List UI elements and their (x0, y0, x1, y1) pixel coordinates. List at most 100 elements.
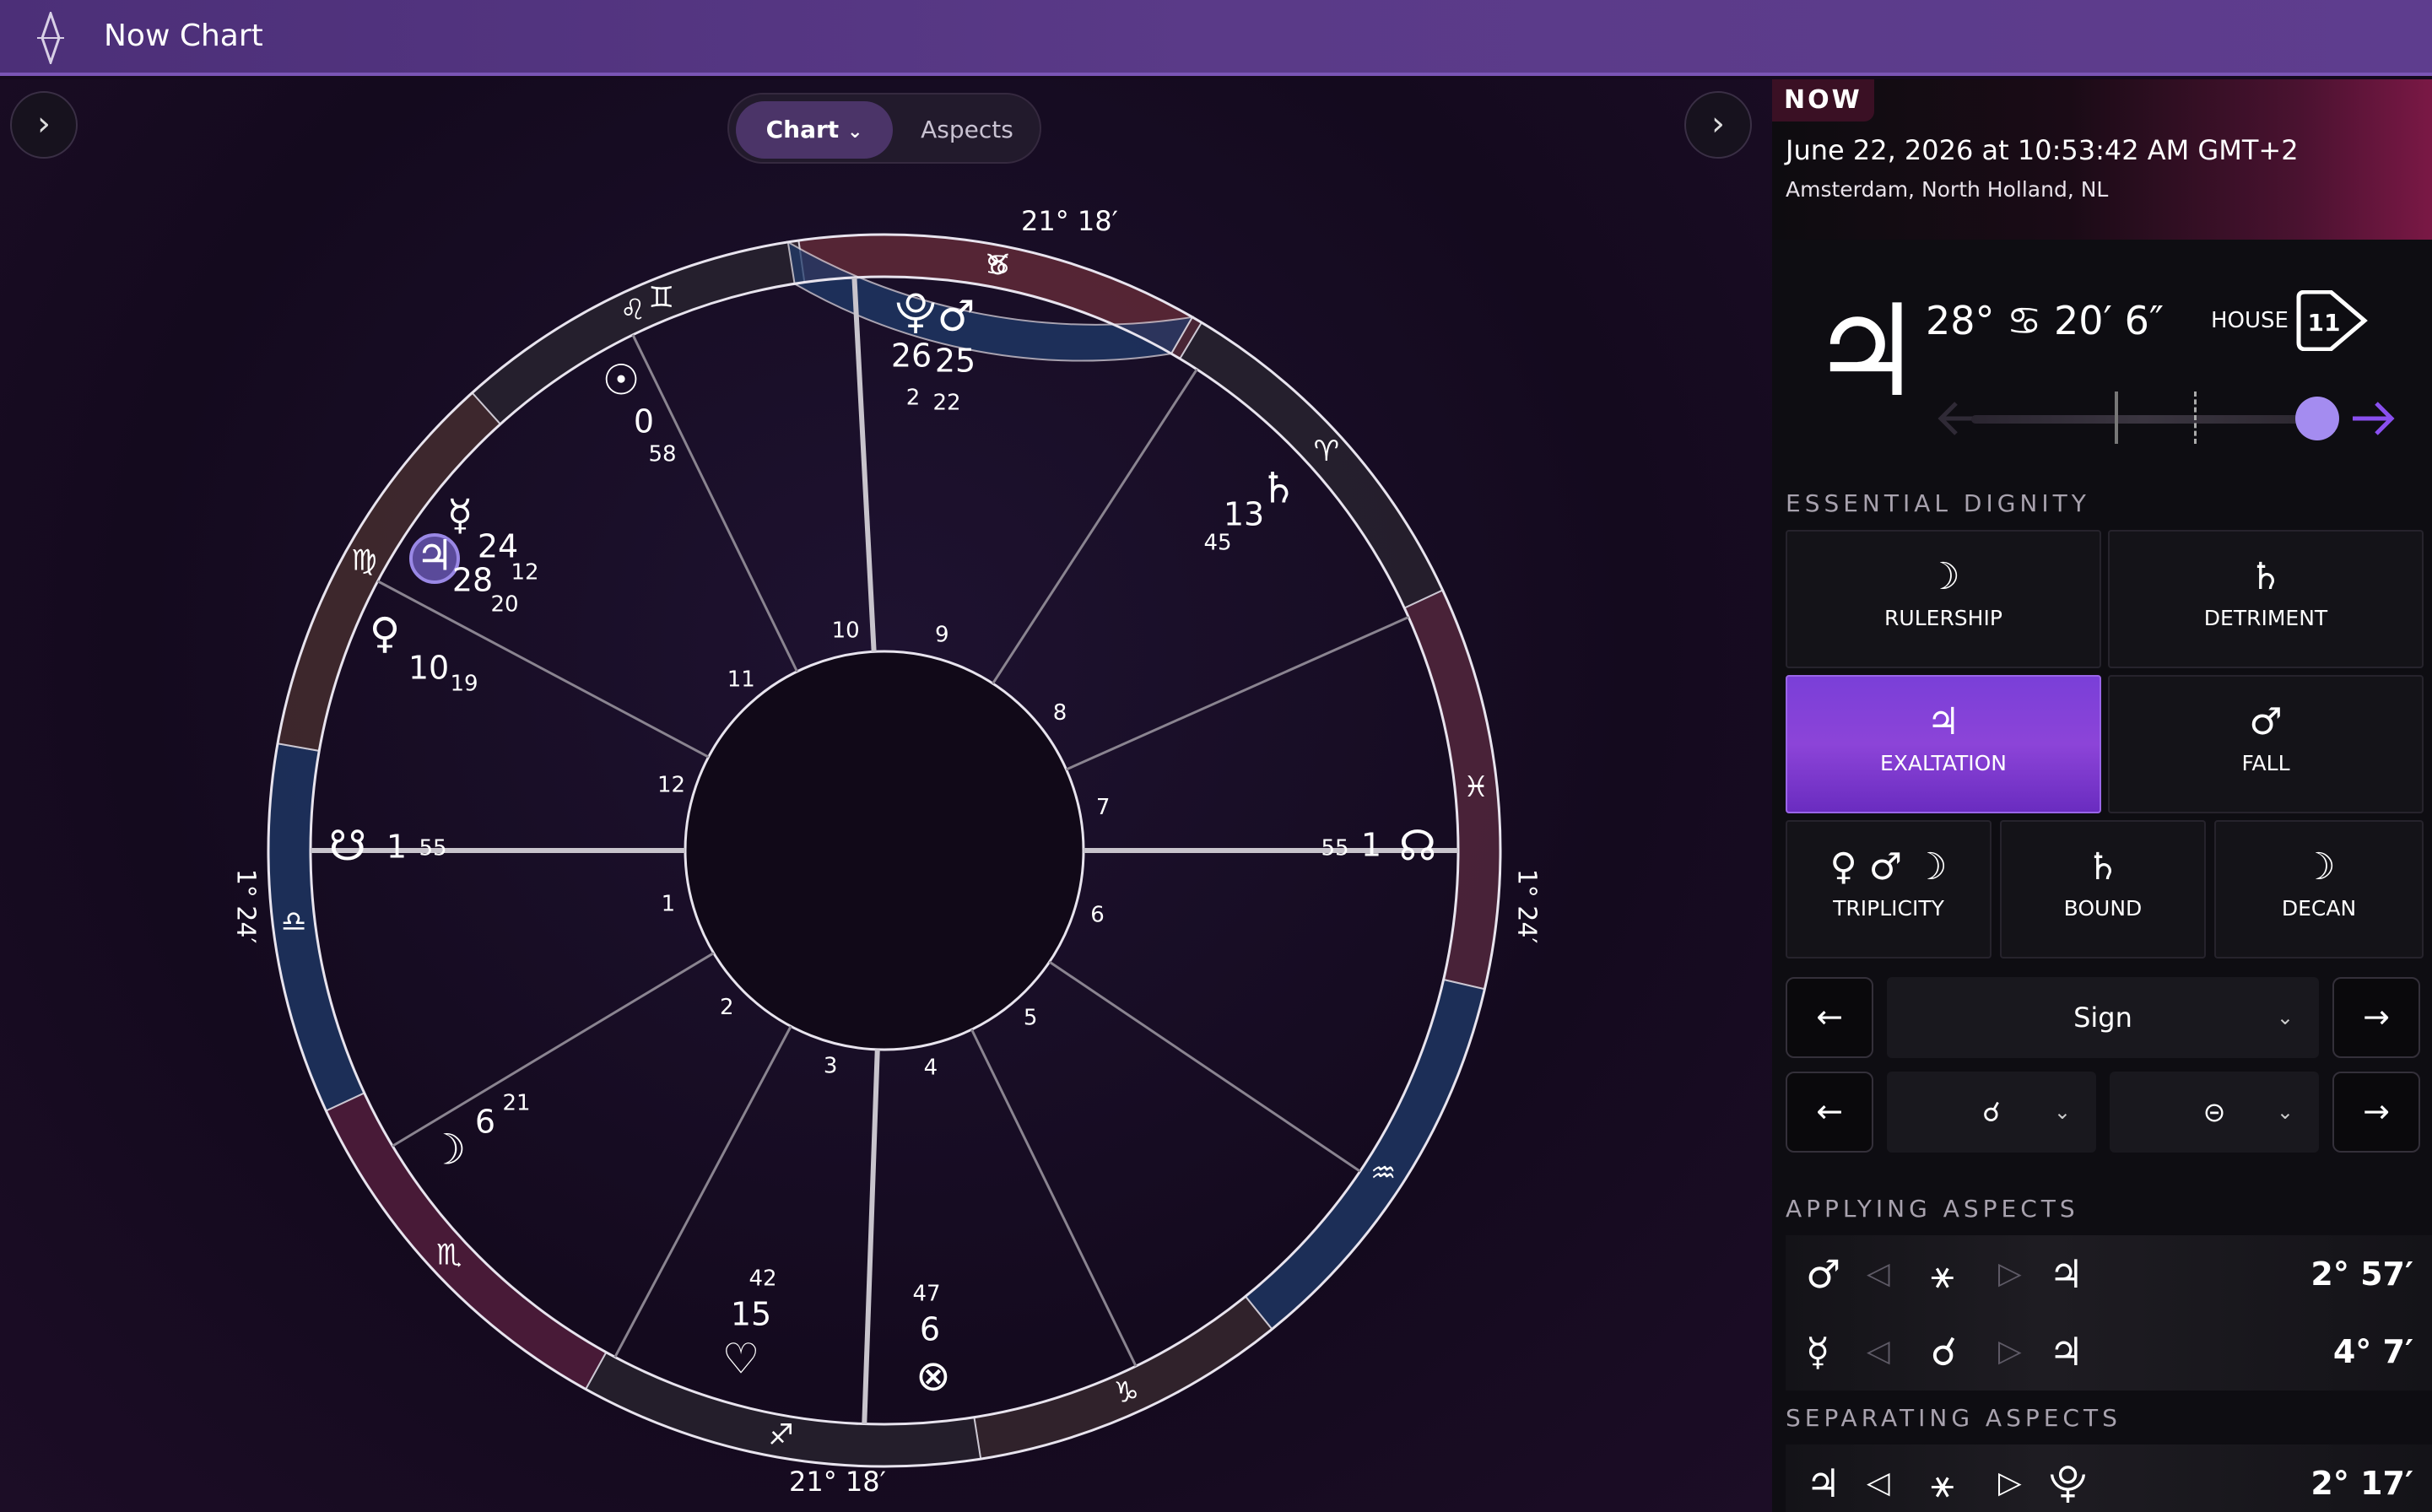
prev-aspect-button[interactable]: ← (1786, 1072, 1873, 1153)
conjunction-icon: ☌ (1931, 1329, 1957, 1374)
house-number: 3 (824, 1054, 838, 1079)
tile-exaltation[interactable]: ♃ EXALTATION (1786, 675, 2101, 813)
aspect-row[interactable]: ☿ ◁ ☌ ▷ ♃ 4° 7′ (1786, 1313, 2432, 1390)
mars-minute: 22 (932, 391, 960, 416)
arrow-left-icon: ← (1816, 1093, 1843, 1130)
chevron-down-icon: ⌄ (2276, 1006, 2294, 1029)
moon-degree: 6 (475, 1104, 495, 1141)
details-panel: NOW June 22, 2026 at 10:53:42 AM GMT+2 A… (1772, 79, 2432, 1512)
sign-select[interactable]: Sign ⌄ (1887, 977, 2319, 1058)
target-select[interactable]: ⊝ ⌄ (2110, 1072, 2319, 1153)
house-label: HOUSE (2211, 308, 2289, 333)
pluto-minute: 2 (906, 386, 921, 411)
time-slider-track[interactable] (1971, 415, 2317, 424)
saturn-degree: 13 (1224, 496, 1264, 533)
saturn-minute: 45 (1203, 531, 1231, 556)
chart-wheel[interactable]: 123 456789101112♊♉♈♓♒♑♐♏♎♍♌♋21° 18′21° 18… (0, 79, 1772, 1512)
aspect-orb: 2° 57′ (2310, 1256, 2413, 1293)
zodiac-sign-icon: ♏ (436, 1238, 462, 1272)
venus-degree: 10 (408, 650, 449, 687)
pluto-degree: 26 (891, 338, 932, 375)
imum-coeli-degree: 21° 18′ (789, 1466, 886, 1498)
wheel-inner-ring (684, 650, 1085, 1051)
house-cusp-line (992, 368, 1198, 684)
jupiter-icon: ♃ (1806, 1461, 1841, 1506)
conjunction-icon: ☌ (1982, 1096, 2001, 1128)
tile-detriment[interactable]: ♄ DETRIMENT (2108, 530, 2424, 668)
zodiac-band-segment (1244, 978, 1486, 1331)
zodiac-sign-icon: ♋ (985, 248, 1010, 282)
tile-fall[interactable]: ♂ FALL (2108, 675, 2424, 813)
tile-bound[interactable]: ♄ BOUND (2000, 820, 2206, 958)
jupiter-icon: ♃ (2049, 1251, 2084, 1297)
prev-sign-button[interactable]: ← (1786, 977, 1873, 1058)
pluto-icon: ⯓ (2049, 1461, 2087, 1506)
arrow-right-icon: → (2363, 1093, 2390, 1130)
mars-degree: 25 (935, 343, 976, 380)
sextile-icon: ⚹ (1931, 1251, 1954, 1297)
now-header: NOW June 22, 2026 at 10:53:42 AM GMT+2 A… (1772, 79, 2432, 240)
house-icon: 11 (2296, 290, 2368, 351)
chart-datetime[interactable]: June 22, 2026 at 10:53:42 AM GMT+2 (1786, 132, 2299, 169)
venus-minute: 19 (450, 672, 478, 697)
zodiac-sign-icon: ♑ (1114, 1376, 1139, 1410)
house-number: 5 (1024, 1006, 1038, 1031)
moon-minute: 21 (502, 1091, 530, 1116)
north-node-minute: 55 (1321, 836, 1348, 861)
north-node-degree: 1 (1361, 827, 1381, 864)
zodiac-sign-icon: ♎ (281, 904, 306, 938)
mars-icon: ♂ (938, 292, 976, 341)
jupiter-icon: ♃ (1927, 700, 1960, 743)
house-number: 12 (657, 772, 685, 797)
now-badge: NOW (1772, 79, 1874, 122)
separating-aspects-title: SEPARATING ASPECTS (1786, 1404, 2121, 1432)
house-number: 6 (1090, 903, 1105, 928)
house-number: 7 (1096, 795, 1111, 820)
house-cusp-line (862, 1049, 880, 1424)
vertex-minute: 42 (749, 1266, 776, 1292)
mercury-minute: 12 (511, 560, 538, 586)
aspect-row[interactable]: ♃ ◁ ⚹ ▷ ⯓ 2° 17′ (1786, 1444, 2432, 1512)
time-slider-handle[interactable] (2295, 397, 2339, 440)
tile-triplicity[interactable]: ♀ ♂ ☽ TRIPLICITY (1786, 820, 1992, 958)
slider-forward-icon[interactable] (2348, 397, 2398, 440)
midheaven-degree: 21° 18′ (1021, 205, 1118, 237)
south-node-minute: 55 (419, 836, 446, 861)
chart-location[interactable]: Amsterdam, North Holland, NL (1786, 176, 2108, 204)
house-number: 8 (1053, 700, 1067, 726)
tile-decan[interactable]: ☽ DECAN (2214, 820, 2424, 958)
house-cusp-line (631, 334, 798, 672)
mars-icon: ♂ (2249, 700, 2283, 743)
zodiac-sign-icon: ♓ (1463, 770, 1489, 804)
moon-icon: ☽ (1927, 555, 1960, 598)
vertex-icon: ♡ (722, 1335, 760, 1384)
south-node-degree: 1 (386, 829, 407, 866)
top-bar: Now Chart (0, 0, 2432, 76)
house-number: 9 (935, 622, 949, 647)
house-cusp-line (392, 952, 715, 1148)
house-cusp-line (851, 277, 877, 652)
applying-right-icon: ▷ (1998, 1256, 2022, 1291)
separating-right-icon: ▷ (1998, 1466, 2022, 1500)
descendant-degree: 1° 24′ (1512, 869, 1542, 944)
planet-position: 28° ♋ 20′ 6″ (1926, 298, 2164, 343)
tile-rulership[interactable]: ☽ RULERSHIP (1786, 530, 2101, 668)
moon-icon: ☽ (2302, 845, 2336, 888)
jupiter-icon: ♃ (2049, 1329, 2084, 1374)
house-cusp-line (1048, 960, 1361, 1173)
house-number: 2 (720, 995, 734, 1020)
essential-dignity-title: ESSENTIAL DIGNITY (1786, 489, 2090, 517)
sun-degree: 0 (634, 403, 654, 440)
zodiac-sign-icon: ♌ (620, 294, 646, 327)
aspect-row[interactable]: ♂ ◁ ⚹ ▷ ♃ 2° 57′ (1786, 1235, 2432, 1313)
house-number: 4 (924, 1056, 938, 1081)
chevron-down-icon: ⌄ (2053, 1100, 2071, 1124)
pluto-icon: ⯓ (895, 289, 937, 338)
chart-panel: › › Chart ⌄ Aspects 1 2 3 4 5 6 7 8 9 10 11 12 ♊ ♉ ♈ ♓ ♒… (0, 79, 1772, 1512)
aspect-orb: 2° 17′ (2310, 1465, 2413, 1502)
aspect-select[interactable]: ☌ ⌄ (1887, 1072, 2096, 1153)
house-number: 1 (662, 891, 676, 916)
next-aspect-button[interactable]: → (2332, 1072, 2420, 1153)
saturn-icon: ♄ (2249, 555, 2283, 598)
next-sign-button[interactable]: → (2332, 977, 2420, 1058)
